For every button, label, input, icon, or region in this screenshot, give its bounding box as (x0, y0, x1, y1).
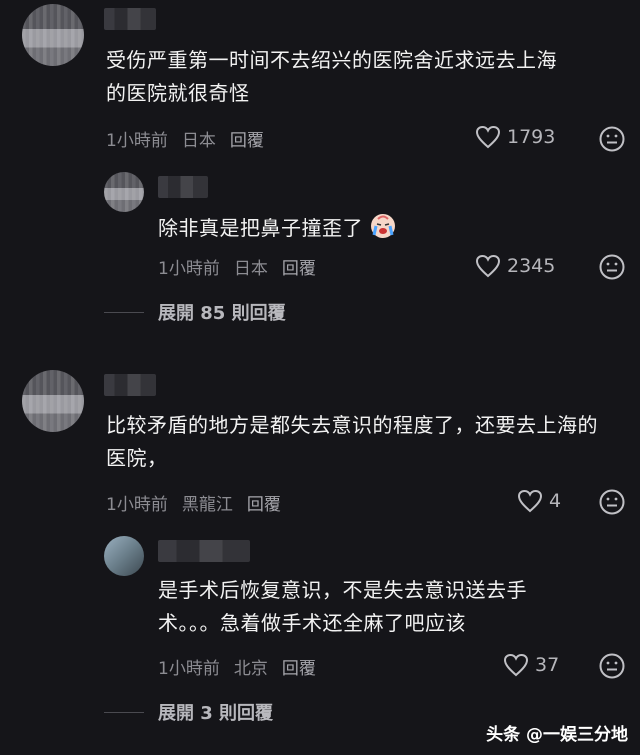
heart-icon (475, 254, 501, 278)
reaction-face-icon[interactable] (599, 254, 625, 280)
comment-meta: 1小時前 北京 回覆 (158, 654, 330, 679)
crying-face-emoji (370, 214, 395, 238)
like-count: 37 (535, 654, 560, 676)
username-pixelated[interactable] (104, 8, 156, 30)
like-button[interactable]: 4 (517, 489, 561, 513)
like-count: 2345 (507, 255, 556, 277)
heart-icon (517, 489, 543, 513)
reply-button[interactable]: 回覆 (230, 131, 264, 151)
comment-text: 除非真是把鼻子撞歪了 (158, 212, 458, 245)
watermark: 头条 @一娱三分地 (486, 725, 628, 745)
like-button[interactable]: 1793 (475, 125, 555, 149)
divider (104, 311, 144, 313)
like-button[interactable]: 37 (503, 653, 559, 677)
like-count: 4 (549, 490, 562, 512)
expand-label: 展開 85 則回覆 (158, 303, 286, 324)
heart-icon (503, 653, 529, 677)
divider (104, 711, 144, 713)
avatar[interactable] (22, 4, 84, 66)
comment-meta: 1小時前 黑龍江 回覆 (106, 490, 295, 515)
comment-meta: 1小時前 日本 回覆 (158, 254, 330, 279)
comment-text: 受伤严重第一时间不去绍兴的医院舍近求远去上海的医院就很奇怪 (106, 48, 557, 105)
comment-meta: 1小時前 日本 回覆 (106, 126, 278, 151)
reply-button[interactable]: 回覆 (282, 659, 316, 679)
avatar[interactable] (22, 370, 84, 432)
comment-time: 1小時前 (158, 659, 220, 679)
comment-text: 是手术后恢复意识，不是失去意识送去手术。。。急着做手术还全麻了吧应该 (158, 578, 527, 635)
comment-time: 1小時前 (158, 259, 220, 279)
comment-location: 日本 (233, 259, 268, 279)
username-pixelated[interactable] (104, 374, 156, 396)
comment-time: 1小時前 (106, 495, 168, 515)
avatar[interactable] (104, 536, 144, 576)
reply-text: 除非真是把鼻子撞歪了 (158, 216, 363, 240)
comment-text: 比较矛盾的地方是都失去意识的程度了，还要去上海的医院， (106, 413, 598, 470)
expand-replies-button[interactable]: 展開 85 則回覆 (104, 299, 286, 325)
like-count: 1793 (507, 126, 556, 148)
expand-label: 展開 3 則回覆 (158, 703, 274, 724)
comment-location: 黑龍江 (181, 495, 233, 515)
like-button[interactable]: 2345 (475, 254, 555, 278)
comment-time: 1小時前 (106, 131, 168, 151)
reply-button[interactable]: 回覆 (247, 495, 281, 515)
reaction-face-icon[interactable] (599, 653, 625, 679)
reply-button[interactable]: 回覆 (282, 259, 316, 279)
heart-icon (475, 125, 501, 149)
avatar[interactable] (104, 172, 144, 212)
username-pixelated[interactable] (158, 540, 250, 562)
reaction-face-icon[interactable] (599, 489, 625, 515)
expand-replies-button[interactable]: 展開 3 則回覆 (104, 699, 273, 725)
comment-location: 日本 (181, 131, 216, 151)
reaction-face-icon[interactable] (599, 126, 625, 152)
username-pixelated[interactable] (158, 176, 208, 198)
comment-location: 北京 (233, 659, 268, 679)
